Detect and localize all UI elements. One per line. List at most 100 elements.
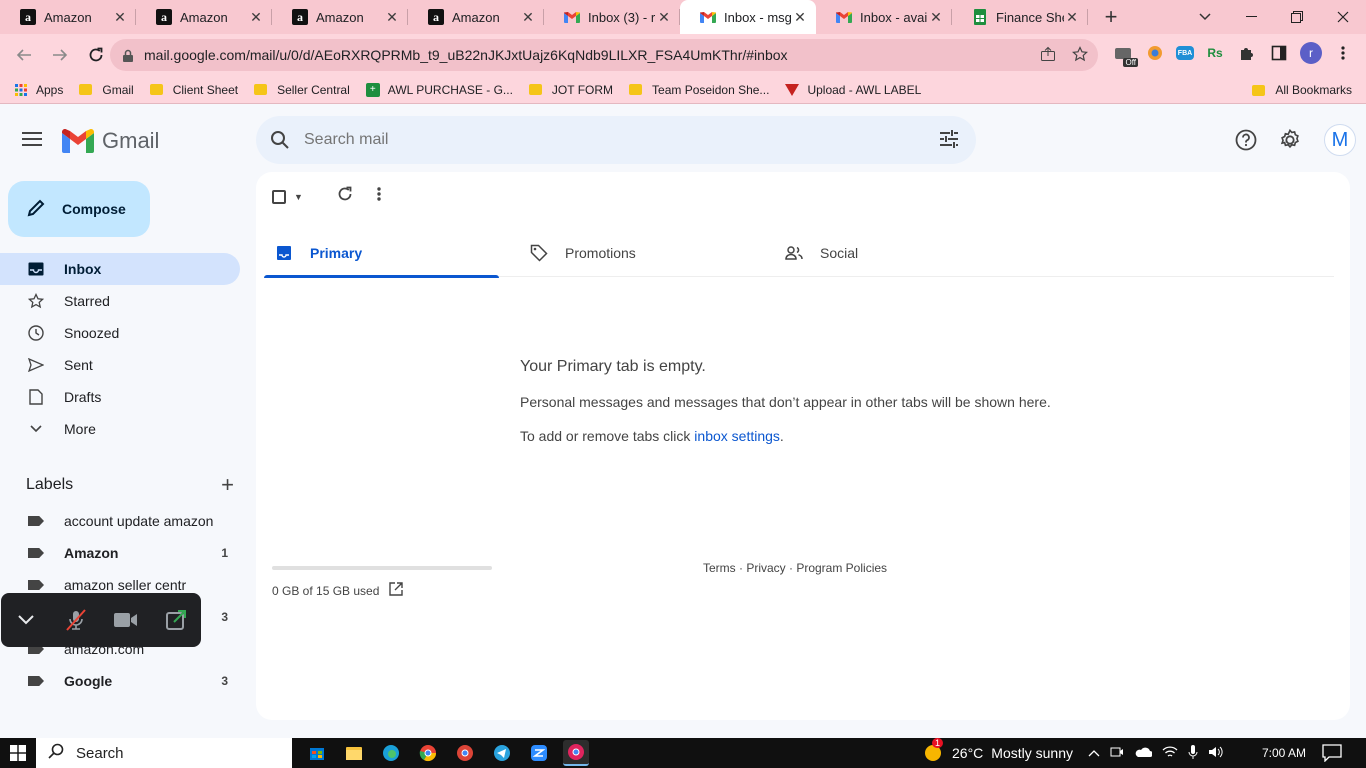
close-tab-icon[interactable]: ✕ bbox=[656, 9, 672, 26]
close-tab-icon[interactable]: ✕ bbox=[1064, 9, 1080, 26]
footer-links[interactable]: Terms · Privacy · Program Policies bbox=[703, 561, 887, 575]
close-tab-icon[interactable]: ✕ bbox=[520, 9, 536, 26]
side-panel-icon[interactable] bbox=[1268, 42, 1290, 64]
bookmark-item[interactable]: JOT FORM bbox=[528, 76, 613, 104]
bookmark-item[interactable]: Client Sheet bbox=[149, 76, 238, 104]
chrome-active-icon[interactable] bbox=[563, 740, 589, 766]
share-icon[interactable] bbox=[1040, 46, 1056, 66]
nav-item-inbox[interactable]: Inbox bbox=[0, 253, 240, 285]
send-icon bbox=[28, 357, 44, 373]
chrome-icon[interactable] bbox=[415, 740, 441, 766]
more-options-icon[interactable] bbox=[377, 186, 381, 207]
mic-tray-icon[interactable] bbox=[1188, 744, 1198, 763]
browser-tab[interactable]: a Amazon ✕ bbox=[0, 0, 136, 34]
help-icon[interactable] bbox=[1226, 120, 1266, 160]
notification-icon[interactable] bbox=[1322, 744, 1342, 763]
close-tab-icon[interactable]: ✕ bbox=[792, 9, 808, 26]
site-info-icon[interactable] bbox=[122, 49, 134, 62]
browser-tab[interactable]: Inbox - msg ✕ bbox=[680, 0, 816, 34]
close-tab-icon[interactable]: ✕ bbox=[928, 9, 944, 26]
store-app-icon[interactable] bbox=[304, 740, 330, 766]
taskbar-search-box[interactable]: Search bbox=[36, 738, 292, 768]
select-all-checkbox[interactable] bbox=[272, 189, 286, 204]
browser-tab[interactable]: a Amazon ✕ bbox=[272, 0, 408, 34]
extension-off-icon[interactable]: Off bbox=[1112, 42, 1138, 67]
bookmark-item[interactable]: + AWL PURCHASE - G... bbox=[365, 76, 513, 104]
add-label-icon[interactable]: + bbox=[221, 472, 234, 498]
close-tab-icon[interactable]: ✕ bbox=[384, 9, 400, 26]
open-storage-icon[interactable] bbox=[389, 582, 404, 599]
back-button[interactable] bbox=[8, 39, 40, 71]
settings-gear-icon[interactable] bbox=[1270, 120, 1310, 160]
edge-browser-icon[interactable] bbox=[378, 740, 404, 766]
search-bar[interactable] bbox=[256, 116, 976, 164]
tab-search-chevron-icon[interactable] bbox=[1192, 0, 1218, 34]
close-tab-icon[interactable]: ✕ bbox=[112, 9, 128, 26]
address-bar[interactable]: mail.google.com/mail/u/0/d/AEoRXRQPRMb_t… bbox=[110, 39, 1098, 71]
bookmark-item[interactable]: Gmail bbox=[79, 76, 134, 104]
nav-item-sent[interactable]: Sent bbox=[0, 349, 240, 381]
minimize-button[interactable] bbox=[1228, 0, 1274, 34]
browser-menu-icon[interactable] bbox=[1332, 42, 1354, 64]
tab-primary[interactable]: Primary bbox=[264, 228, 519, 278]
close-tab-icon[interactable]: ✕ bbox=[248, 9, 264, 26]
browser-tab[interactable]: a Amazon ✕ bbox=[136, 0, 272, 34]
bookmark-item[interactable]: Upload - AWL LABEL bbox=[785, 76, 921, 104]
search-input[interactable] bbox=[304, 131, 884, 149]
file-explorer-icon[interactable] bbox=[341, 740, 367, 766]
all-bookmarks-button[interactable]: All Bookmarks bbox=[1252, 76, 1352, 104]
clock[interactable]: 7:00 AM bbox=[1262, 738, 1306, 768]
browser-tab[interactable]: a Amazon ✕ bbox=[408, 0, 544, 34]
label-item[interactable]: account update amazon bbox=[0, 505, 240, 537]
camera-icon[interactable] bbox=[111, 605, 141, 635]
wifi-icon[interactable] bbox=[1162, 745, 1178, 762]
extension-rs-icon[interactable]: Rs bbox=[1204, 42, 1226, 64]
onedrive-icon[interactable] bbox=[1134, 746, 1153, 761]
nav-item-drafts[interactable]: Drafts bbox=[0, 381, 240, 413]
bookmark-item[interactable]: Team Poseidon She... bbox=[629, 76, 769, 104]
chevron-up-icon[interactable] bbox=[1088, 746, 1100, 760]
label-item[interactable]: Amazon 1 bbox=[0, 537, 240, 569]
compose-button[interactable]: Compose bbox=[8, 181, 150, 237]
browser-tab[interactable]: Inbox - avail ✕ bbox=[816, 0, 952, 34]
share-screen-icon[interactable] bbox=[161, 605, 191, 635]
extensions-puzzle-icon[interactable] bbox=[1236, 42, 1258, 64]
nav-item-more[interactable]: More bbox=[0, 413, 240, 445]
main-menu-button[interactable] bbox=[20, 128, 44, 152]
mic-off-icon[interactable] bbox=[61, 605, 91, 635]
select-dropdown-icon[interactable]: ▼ bbox=[294, 192, 303, 202]
extension-orange-icon[interactable] bbox=[1144, 42, 1166, 64]
account-avatar[interactable]: M bbox=[1324, 124, 1356, 156]
weather-widget[interactable]: 1 26°C Mostly sunny bbox=[922, 737, 1073, 768]
meet-tray-icon[interactable] bbox=[1110, 745, 1124, 762]
zoom-icon[interactable] bbox=[526, 740, 552, 766]
label-item[interactable]: Google 3 bbox=[0, 665, 240, 697]
chrome-profile-icon[interactable] bbox=[452, 740, 478, 766]
tab-promotions[interactable]: Promotions bbox=[519, 228, 774, 277]
browser-tab[interactable]: Finance Shee✕ bbox=[952, 0, 1088, 34]
bookmark-star-icon[interactable] bbox=[1072, 46, 1088, 66]
refresh-icon[interactable] bbox=[337, 186, 353, 207]
forward-button[interactable] bbox=[44, 39, 76, 71]
nav-item-starred[interactable]: Starred bbox=[0, 285, 240, 317]
bookmark-item[interactable]: Seller Central bbox=[254, 76, 350, 104]
reload-button[interactable] bbox=[80, 39, 112, 71]
search-icon[interactable] bbox=[256, 130, 304, 150]
extension-fba-icon[interactable]: FBA bbox=[1176, 46, 1194, 60]
new-tab-button[interactable]: + bbox=[1096, 0, 1126, 34]
gmail-logo[interactable]: Gmail bbox=[62, 128, 159, 154]
telegram-icon[interactable] bbox=[489, 740, 515, 766]
tab-social[interactable]: Social bbox=[774, 228, 1029, 277]
search-options-icon[interactable] bbox=[938, 128, 960, 155]
extensions-area: Off FBA Rs r bbox=[1112, 42, 1354, 67]
close-window-button[interactable] bbox=[1320, 0, 1366, 34]
bookmark-item[interactable]: Apps bbox=[14, 76, 63, 104]
restore-button[interactable] bbox=[1274, 0, 1320, 34]
browser-tab[interactable]: Inbox (3) - ri ✕ bbox=[544, 0, 680, 34]
windows-start-icon[interactable] bbox=[0, 738, 36, 768]
nav-item-snoozed[interactable]: Snoozed bbox=[0, 317, 240, 349]
inbox-settings-link[interactable]: inbox settings bbox=[694, 428, 780, 444]
browser-profile-avatar[interactable]: r bbox=[1300, 42, 1322, 64]
volume-icon[interactable] bbox=[1208, 745, 1224, 762]
chevron-down-icon[interactable] bbox=[11, 605, 41, 635]
